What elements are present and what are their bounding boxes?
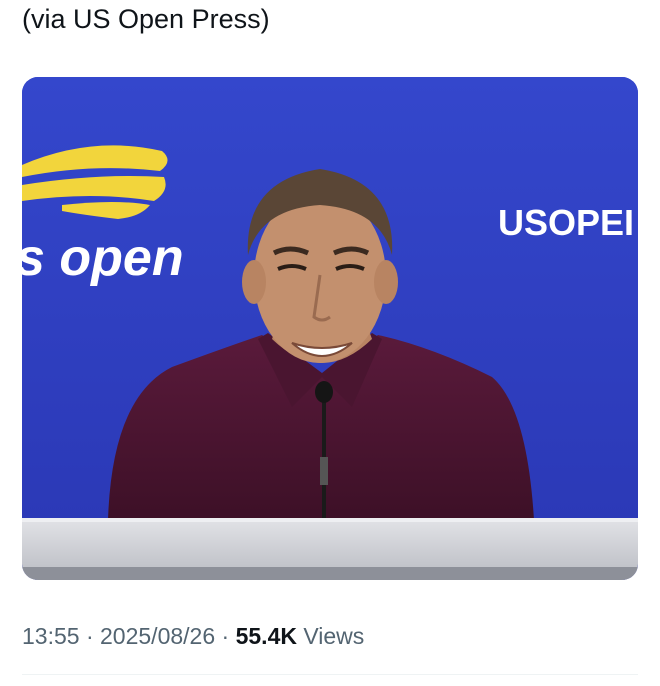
- backdrop-usopen-text: USOPEI: [498, 202, 634, 243]
- meta-separator: ·: [85, 623, 94, 649]
- views-label: Views: [303, 623, 365, 649]
- post-image[interactable]: s open USOPEI: [22, 77, 638, 580]
- meta-separator: ·: [221, 623, 230, 649]
- post-date[interactable]: 2025/08/26: [100, 623, 215, 649]
- post-metadata: 13:55 · 2025/08/26 · 55.4K Views: [22, 620, 364, 652]
- post-caption: (via US Open Press): [22, 4, 270, 34]
- view-count: 55.4K: [235, 623, 297, 649]
- divider: [22, 674, 638, 675]
- backdrop-logo-text: s open: [22, 229, 184, 287]
- press-conference-photo: s open USOPEI: [22, 77, 638, 580]
- post-time[interactable]: 13:55: [22, 623, 80, 649]
